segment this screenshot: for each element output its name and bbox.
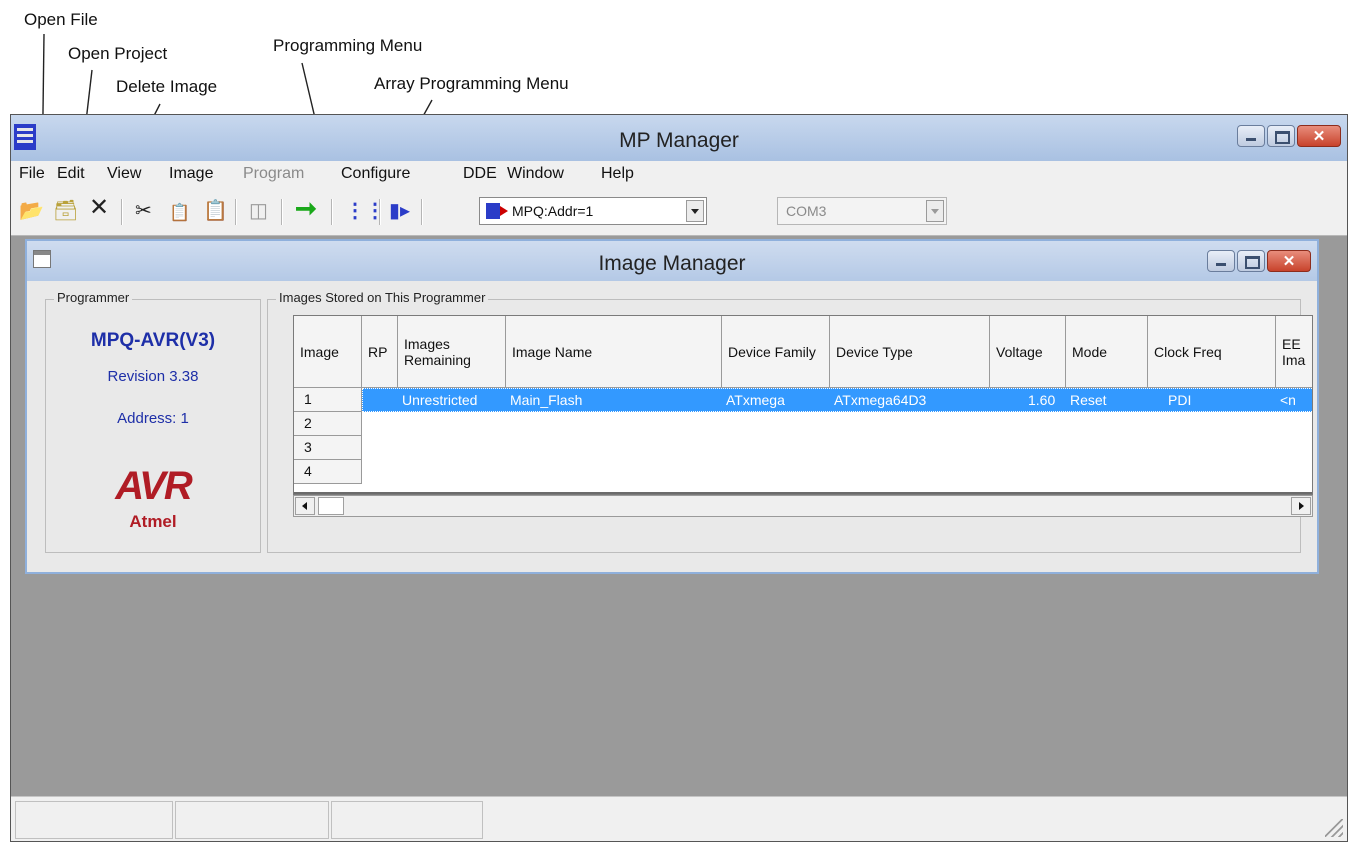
open-file-icon[interactable]: 📂	[19, 201, 44, 221]
column-header-device-family[interactable]: Device Family	[722, 316, 830, 388]
programmer-icon[interactable]: ▮▸	[389, 201, 410, 221]
image-manager-title-bar[interactable]: Image Manager	[27, 241, 1317, 281]
column-header-image-name[interactable]: Image Name	[506, 316, 722, 388]
chevron-down-icon[interactable]	[926, 200, 944, 222]
menu-image[interactable]: Image	[169, 165, 213, 183]
port-select[interactable]: COM3	[777, 197, 947, 225]
menu-view[interactable]: View	[107, 165, 141, 183]
toolbar-separator	[121, 199, 123, 225]
scroll-left-button[interactable]	[295, 497, 315, 515]
maximize-button[interactable]	[1267, 125, 1295, 147]
cell-clock-freq: PDI	[1168, 392, 1192, 408]
status-panel	[331, 801, 483, 839]
menu-file[interactable]: File	[19, 165, 45, 183]
resize-grip-icon[interactable]	[1325, 819, 1343, 837]
chevron-down-icon[interactable]	[686, 200, 704, 222]
minimize-button[interactable]	[1237, 125, 1265, 147]
status-panel	[15, 801, 173, 839]
image-manager-window: Image Manager Programmer MPQ-AVR(V3) Rev…	[25, 239, 1319, 574]
programmer-group: Programmer MPQ-AVR(V3) Revision 3.38 Add…	[45, 290, 261, 553]
scroll-right-button[interactable]	[1291, 497, 1311, 515]
image-window-icon[interactable]: ◫	[249, 201, 268, 221]
programming-menu-icon[interactable]: ➞	[295, 195, 317, 221]
horizontal-scrollbar[interactable]	[293, 495, 1313, 517]
cell-image-name: Main_Flash	[510, 392, 583, 408]
device-select-value: MPQ:Addr=1	[512, 203, 594, 219]
mp-manager-window: MP Manager File Edit View Image Program …	[10, 114, 1348, 842]
open-project-icon[interactable]: 🗃	[53, 201, 78, 221]
delete-image-icon[interactable]: ✕	[89, 196, 109, 220]
device-icon	[486, 203, 508, 219]
cell-ee-image: <n	[1280, 392, 1296, 408]
row-number[interactable]: 4	[294, 460, 362, 484]
cell-device-type: ATxmega64D3	[834, 392, 927, 408]
toolbar-separator	[331, 199, 333, 225]
toolbar: 📂 🗃 ✕ ✂ 📋 📋 ◫ ➞ ⋮⋮ ▮▸ MPQ:Addr=1 COM3	[11, 189, 1347, 236]
column-header-ee-image[interactable]: EE Ima	[1276, 316, 1312, 388]
scroll-thumb[interactable]	[318, 497, 344, 515]
toolbar-separator	[281, 199, 283, 225]
programmer-address: Address: 1	[117, 410, 189, 427]
column-header-clock-freq[interactable]: Clock Freq	[1148, 316, 1276, 388]
row-number[interactable]: 3	[294, 436, 362, 460]
status-bar	[11, 796, 1347, 841]
menu-program[interactable]: Program	[243, 165, 304, 183]
device-select[interactable]: MPQ:Addr=1	[479, 197, 707, 225]
main-title-bar[interactable]: MP Manager	[11, 115, 1347, 162]
column-header-device-type[interactable]: Device Type	[830, 316, 990, 388]
programmer-revision: Revision 3.38	[107, 368, 199, 385]
column-header-voltage[interactable]: Voltage	[990, 316, 1066, 388]
image-manager-title: Image Manager	[598, 252, 746, 275]
column-header-images-remaining[interactable]: Images Remaining	[398, 316, 506, 388]
cut-icon[interactable]: ✂	[135, 201, 152, 221]
row-number[interactable]: 2	[294, 412, 362, 436]
menu-dde[interactable]: DDE	[463, 165, 497, 183]
row-number[interactable]: 1	[294, 388, 362, 412]
copy-icon[interactable]: 📋	[169, 203, 190, 223]
status-panel	[175, 801, 329, 839]
cell-mode: Reset	[1070, 392, 1107, 408]
cell-images-remaining: Unrestricted	[402, 392, 478, 408]
toolbar-separator	[379, 199, 381, 225]
window-title: MP Manager	[619, 129, 739, 152]
toolbar-separator	[235, 199, 237, 225]
maximize-button[interactable]	[1237, 250, 1265, 272]
port-select-value: COM3	[786, 203, 827, 219]
minimize-button[interactable]	[1207, 250, 1235, 272]
atmel-logo: Atmel	[129, 512, 177, 531]
cell-voltage: 1.60	[1028, 392, 1056, 408]
programmer-group-label: Programmer	[54, 290, 133, 305]
menu-window[interactable]: Window	[507, 165, 564, 183]
avr-logo: AVR	[115, 464, 192, 508]
toolbar-separator	[421, 199, 423, 225]
menu-edit[interactable]: Edit	[57, 165, 85, 183]
close-button[interactable]	[1267, 250, 1311, 272]
column-header-image[interactable]: Image	[294, 316, 362, 388]
menu-configure[interactable]: Configure	[341, 165, 410, 183]
paste-icon[interactable]: 📋	[203, 201, 228, 221]
column-header-mode[interactable]: Mode	[1066, 316, 1148, 388]
cell-device-family: ATxmega	[726, 392, 785, 408]
images-group-label: Images Stored on This Programmer	[276, 290, 489, 305]
programmer-name: MPQ-AVR(V3)	[90, 330, 216, 351]
menu-bar: File Edit View Image Program Configure D…	[11, 161, 1347, 189]
images-table: Image RP Images Remaining Image Name Dev…	[293, 315, 1313, 495]
close-button[interactable]	[1297, 125, 1341, 147]
menu-help[interactable]: Help	[601, 165, 634, 183]
column-header-rp[interactable]: RP	[362, 316, 398, 388]
